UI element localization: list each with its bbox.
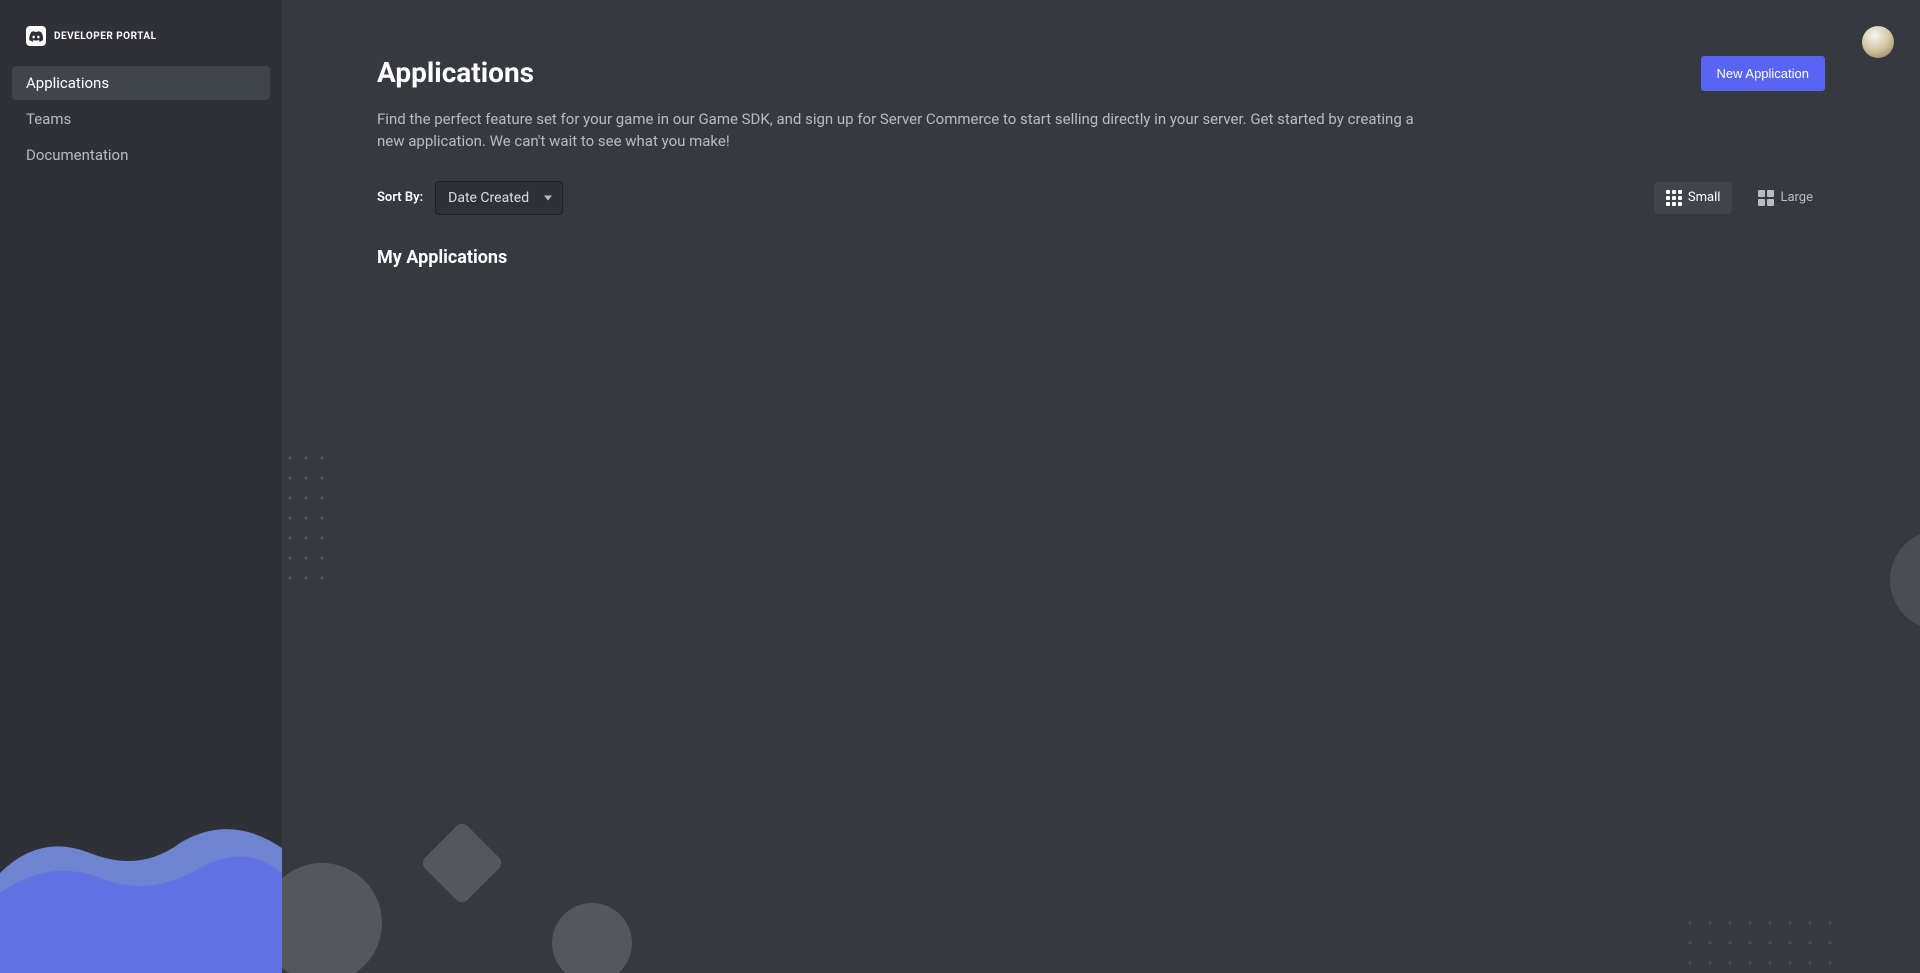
sidebar-item-label: Teams — [26, 110, 71, 128]
sidebar-nav: Applications Teams Documentation — [0, 66, 282, 172]
view-large-label: Large — [1780, 190, 1813, 205]
bg-decoration-dots-right — [1680, 913, 1860, 973]
view-toggle: Small Large — [1654, 182, 1825, 214]
logo[interactable]: DEVELOPER PORTAL — [0, 0, 282, 66]
sidebar-item-teams[interactable]: Teams — [12, 102, 270, 136]
logo-text: DEVELOPER PORTAL — [54, 31, 157, 42]
page-description: Find the perfect feature set for your ga… — [377, 109, 1427, 153]
new-application-button[interactable]: New Application — [1701, 56, 1826, 91]
view-large-button[interactable]: Large — [1746, 182, 1825, 214]
sort-container: Sort By: Date Created — [377, 181, 563, 215]
sidebar-item-label: Applications — [26, 74, 109, 92]
avatar[interactable] — [1862, 26, 1894, 58]
sidebar-wave-decoration — [0, 693, 282, 973]
view-small-button[interactable]: Small — [1654, 182, 1733, 214]
section-title: My Applications — [377, 247, 1825, 268]
bg-decoration-dots-left — [282, 450, 332, 590]
sort-label: Sort By: — [377, 190, 423, 205]
chevron-down-icon — [544, 195, 552, 200]
page-header: Applications New Application — [377, 56, 1825, 91]
grid-large-icon — [1758, 190, 1774, 206]
sidebar-item-documentation[interactable]: Documentation — [12, 138, 270, 172]
toolbar: Sort By: Date Created Small — [377, 181, 1825, 215]
bg-decoration-shapes-bottom — [282, 723, 682, 973]
view-small-label: Small — [1688, 190, 1721, 205]
discord-icon — [26, 26, 46, 46]
content-container: Applications New Application Find the pe… — [282, 0, 1920, 324]
sort-select[interactable]: Date Created — [435, 181, 563, 215]
sidebar-item-label: Documentation — [26, 146, 128, 164]
sidebar: DEVELOPER PORTAL Applications Teams Docu… — [0, 0, 282, 973]
main-content: Applications New Application Find the pe… — [282, 0, 1920, 973]
sort-select-value: Date Created — [448, 190, 529, 206]
bg-decoration-circle-right — [1880, 520, 1920, 640]
sidebar-item-applications[interactable]: Applications — [12, 66, 270, 100]
grid-small-icon — [1666, 190, 1682, 206]
page-title: Applications — [377, 56, 534, 89]
